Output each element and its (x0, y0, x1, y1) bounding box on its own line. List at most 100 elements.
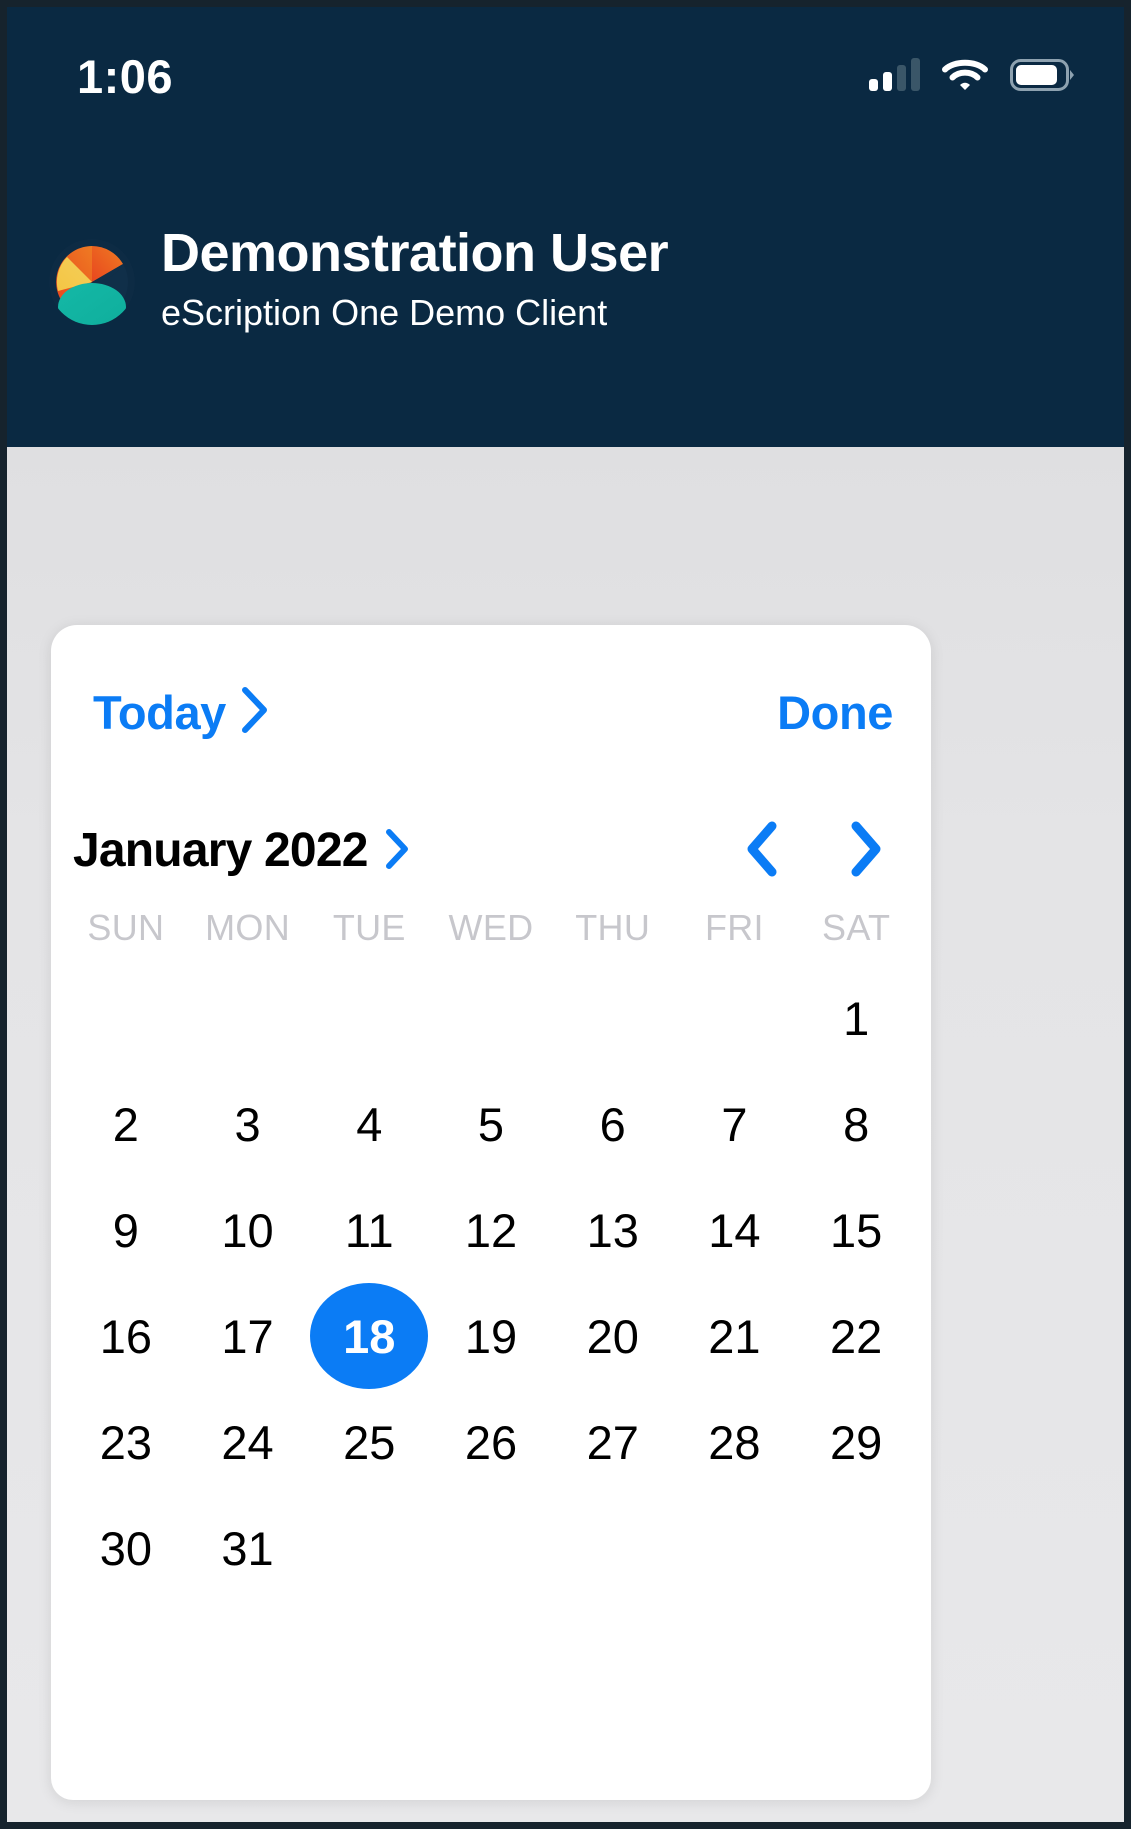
status-bar: 1:06 (7, 7, 1124, 137)
calendar-day[interactable]: 20 (552, 1283, 674, 1389)
calendar-day-label: 12 (464, 1203, 518, 1257)
calendar-day-label: 19 (464, 1309, 518, 1363)
calendar-day[interactable]: 21 (674, 1283, 796, 1389)
calendar-day-label: 5 (477, 1097, 505, 1151)
calendar-day[interactable]: 23 (65, 1389, 187, 1495)
status-bar-time: 1:06 (77, 49, 174, 103)
calendar-day[interactable]: 25 (308, 1389, 430, 1495)
calendar-day-empty (308, 965, 430, 1071)
calendar-day[interactable]: 6 (552, 1071, 674, 1177)
calendar-day-label: 13 (586, 1203, 639, 1257)
calendar-day-label: 8 (843, 1097, 870, 1151)
calendar-day-empty (187, 965, 309, 1071)
calendar-day[interactable]: 27 (552, 1389, 674, 1495)
calendar-day[interactable]: 1 (795, 965, 917, 1071)
calendar-day[interactable]: 5 (430, 1071, 552, 1177)
calendar-day-label: 6 (599, 1097, 626, 1151)
done-button[interactable]: Done (777, 689, 893, 736)
status-bar-icons (869, 52, 1076, 92)
calendar-day-label: 20 (586, 1309, 639, 1363)
calendar-day[interactable]: 31 (187, 1495, 309, 1601)
calendar-day[interactable]: 26 (430, 1389, 552, 1495)
calendar-day[interactable]: 19 (430, 1283, 552, 1389)
app-header: 1:06 Demonstration User eScription One D… (7, 7, 1124, 447)
chevron-right-icon (240, 686, 270, 739)
escription-pie-logo-icon (49, 238, 135, 325)
user-name: Demonstration User (161, 223, 669, 283)
today-button-label: Today (93, 685, 226, 739)
calendar-day[interactable]: 15 (795, 1177, 917, 1283)
weekday-sat: SAT (822, 907, 891, 948)
calendar-day-label: 2 (112, 1097, 139, 1151)
calendar-day[interactable]: 14 (674, 1177, 796, 1283)
weekday-header-row: SUN MON TUE WED THU FRI SAT (51, 907, 931, 949)
brand-text: Demonstration User eScription One Demo C… (161, 223, 669, 339)
calendar-day-grid: 1 2 3 4 5 6 7 8 9 10 11 12 13 14 15 16 17 18 19 20 21 22 23 24 2… (51, 965, 931, 1601)
today-button[interactable]: Today (93, 686, 270, 739)
weekday-mon: MON (205, 907, 290, 948)
calendar-day[interactable]: 4 (308, 1071, 430, 1177)
calendar-day-empty (552, 965, 674, 1071)
calendar-day-label: 29 (830, 1415, 883, 1469)
chevron-left-icon[interactable] (741, 820, 783, 883)
calendar-day-label: 1 (843, 991, 870, 1045)
calendar-day-label: 15 (830, 1203, 883, 1257)
calendar-day-label: 14 (708, 1203, 761, 1257)
calendar-day-selected[interactable]: 18 (308, 1283, 430, 1389)
calendar-day[interactable]: 3 (187, 1071, 309, 1177)
weekday-sun: SUN (87, 907, 165, 948)
calendar-day-label: 11 (344, 1203, 394, 1257)
calendar-day-label: 31 (221, 1521, 274, 1575)
calendar-day[interactable]: 7 (674, 1071, 796, 1177)
calendar-day[interactable]: 28 (674, 1389, 796, 1495)
weekday-fri: FRI (704, 907, 764, 948)
chevron-right-icon (384, 828, 410, 875)
chevron-right-icon[interactable] (845, 820, 887, 883)
calendar-day[interactable]: 8 (795, 1071, 917, 1177)
calendar-day[interactable]: 30 (65, 1495, 187, 1601)
calendar-day-label: 30 (99, 1521, 152, 1575)
month-navigation-row: January 2022 (51, 815, 931, 887)
calendar-day[interactable]: 9 (65, 1177, 187, 1283)
calendar-day-label: 10 (221, 1203, 274, 1257)
calendar-day-label: 9 (112, 1203, 139, 1257)
calendar-day-label: 16 (99, 1309, 152, 1363)
weekday-wed: WED (448, 907, 534, 948)
wifi-icon (942, 58, 988, 92)
calendar-day[interactable]: 16 (65, 1283, 187, 1389)
cellular-signal-icon (869, 58, 920, 91)
phone-screen: 1:06 Demonstration User eScription One D… (0, 0, 1131, 1829)
calendar-day-empty (430, 965, 552, 1071)
calendar-day[interactable]: 10 (187, 1177, 309, 1283)
calendar-day[interactable]: 22 (795, 1283, 917, 1389)
battery-icon (1010, 58, 1076, 92)
calendar-day-label: 21 (708, 1309, 761, 1363)
calendar-day[interactable]: 24 (187, 1389, 309, 1495)
date-picker-toolbar: Today Done (51, 677, 931, 747)
calendar-day-label: 17 (221, 1309, 274, 1363)
calendar-day[interactable]: 12 (430, 1177, 552, 1283)
calendar-day-label: 18 (310, 1283, 429, 1389)
calendar-day-label: 27 (586, 1415, 639, 1469)
calendar-day-label: 23 (99, 1415, 152, 1469)
brand-block: Demonstration User eScription One Demo C… (49, 223, 669, 339)
calendar-day[interactable]: 29 (795, 1389, 917, 1495)
calendar-day-empty (65, 965, 187, 1071)
calendar-day-label: 28 (708, 1415, 761, 1469)
calendar-day-label: 24 (221, 1415, 274, 1469)
calendar-day-empty (674, 965, 796, 1071)
calendar-day-label: 26 (464, 1415, 518, 1469)
calendar-day-label: 22 (830, 1309, 883, 1363)
calendar-day[interactable]: 2 (65, 1071, 187, 1177)
calendar-day-label: 3 (234, 1097, 261, 1151)
calendar-day[interactable]: 13 (552, 1177, 674, 1283)
month-label: January 2022 (73, 824, 368, 877)
calendar-day[interactable]: 11 (308, 1177, 430, 1283)
month-selector[interactable]: January 2022 (73, 827, 410, 875)
date-picker-card: Today Done January 2022 SUN MON TUE WED … (51, 625, 931, 1800)
weekday-tue: TUE (332, 907, 406, 948)
calendar-day-label: 7 (721, 1097, 748, 1151)
calendar-day[interactable]: 17 (187, 1283, 309, 1389)
client-name: eScription One Demo Client (161, 291, 608, 333)
calendar-day-label: 4 (356, 1097, 383, 1151)
